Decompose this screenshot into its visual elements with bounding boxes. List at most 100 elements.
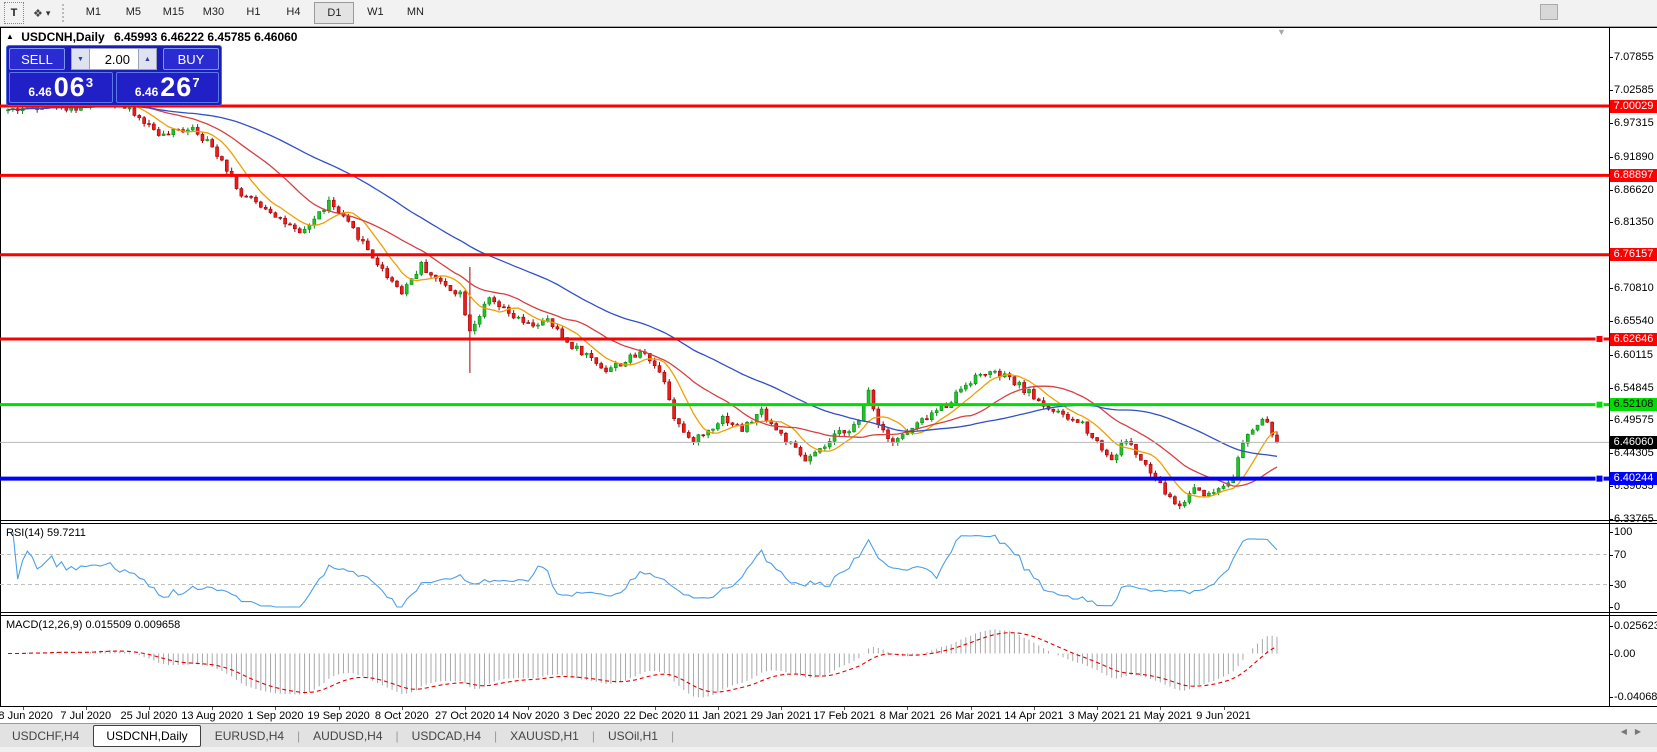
candle-down	[249, 196, 253, 198]
rsi-tick-label: 30	[1614, 578, 1627, 591]
moving-average-fast	[7, 102, 1278, 498]
price-tick	[1609, 57, 1613, 59]
candle-down	[682, 423, 686, 433]
tab-usdchf-h4[interactable]: USDCHF,H4	[0, 726, 91, 746]
date-axis[interactable]: 18 Jun 2020 7 Jul 2020 25 Jul 202013 Aug 2…	[0, 707, 1609, 723]
terminal-window: T ❖ ▾ M1 M5 M15 M30 H1 H4 D1 W1 MN ▲ USDCNH,Dail…	[0, 0, 1657, 752]
candle-up	[861, 404, 866, 422]
timeframe-button-h4[interactable]: H4	[274, 2, 312, 22]
macd-indicator-pane[interactable]	[0, 616, 1609, 706]
buy-button[interactable]: BUY	[163, 48, 219, 70]
candle-down	[239, 188, 244, 197]
objects-tool-button[interactable]: ❖ ▾	[26, 3, 57, 23]
candle-up	[915, 422, 919, 429]
date-label: 13 Aug 2020	[181, 710, 244, 722]
main-price-chart[interactable]	[0, 27, 1609, 520]
timeframe-button-mn[interactable]: MN	[396, 2, 434, 22]
candle-down	[220, 156, 224, 161]
candle-down	[570, 341, 574, 349]
candle-down	[672, 399, 676, 419]
text-tool-button[interactable]: T	[4, 2, 24, 24]
candle-down	[400, 286, 404, 295]
candle-down	[356, 227, 360, 240]
tab-usdcnh-daily[interactable]: USDCNH,Daily	[93, 725, 201, 747]
candle-up	[988, 371, 992, 375]
candle-down	[1168, 493, 1172, 498]
volume-decrease-button[interactable]: ▼	[71, 48, 90, 70]
buy-price-display[interactable]: 6.46 26 7	[115, 72, 219, 103]
volume-increase-button[interactable]: ▲	[138, 48, 157, 70]
candle-up	[127, 107, 132, 110]
candle-up	[978, 374, 983, 376]
timeframe-button-m30[interactable]: M30	[194, 2, 232, 22]
chart-shift-marker-icon[interactable]: ▼	[1277, 27, 1286, 37]
candle-down	[1265, 418, 1270, 423]
tab-usoil-h1[interactable]: USOil,H1	[596, 726, 670, 746]
volume-input[interactable]: 2.00	[90, 48, 138, 70]
candle-down	[1275, 434, 1279, 443]
tab-eurusd-h4[interactable]: EURUSD,H4	[203, 726, 296, 746]
timeframe-button-w1[interactable]: W1	[356, 2, 394, 22]
candle-down	[1061, 410, 1065, 415]
buy-price-big: 26	[160, 72, 193, 102]
candle-down	[1202, 489, 1206, 497]
tab-scroll-right-icon[interactable]: ▶	[1635, 727, 1649, 736]
date-label: 21 May 2021	[1128, 710, 1193, 722]
collapse-arrow-icon[interactable]: ▲	[6, 32, 14, 41]
macd-tick-label: 0.00	[1614, 647, 1636, 660]
buy-price-sup: 7	[192, 75, 200, 90]
timeframe-button-m5[interactable]: M5	[114, 2, 152, 22]
candle-down	[288, 223, 292, 226]
price-tick-label: 6.44305	[1614, 447, 1654, 460]
candle-down	[297, 228, 302, 234]
price-tick-label: 6.49575	[1614, 414, 1654, 427]
candle-up	[414, 273, 419, 279]
macd-tick	[1609, 697, 1613, 699]
candle-down	[506, 306, 511, 314]
date-label: 8 Oct 2020	[374, 710, 429, 722]
tab-xauusd-h1[interactable]: XAUUSD,H1	[498, 726, 591, 746]
price-tick	[1609, 156, 1613, 158]
pane-separator[interactable]	[0, 612, 1657, 613]
rsi-indicator-pane[interactable]	[0, 524, 1609, 612]
price-tick	[1609, 320, 1613, 322]
rsi-tick	[1609, 584, 1613, 586]
timeframe-button-d1[interactable]: D1	[314, 2, 355, 24]
candle-up	[813, 451, 817, 457]
candle-down	[652, 360, 657, 366]
candle-down	[730, 422, 735, 425]
level-line-handle	[1595, 335, 1604, 344]
timeframe-button-m15[interactable]: M15	[154, 2, 192, 22]
candle-up	[920, 418, 924, 424]
timeframe-button-h1[interactable]: H1	[234, 2, 272, 22]
candle-down	[701, 434, 706, 437]
chevron-down-icon: ▾	[45, 7, 51, 18]
sell-price-display[interactable]: 6.46 06 3	[9, 72, 113, 103]
candle-up	[934, 410, 939, 414]
candle-down	[346, 215, 351, 222]
candle-down	[1032, 389, 1036, 400]
price-tick-label: 7.07855	[1614, 51, 1654, 64]
candle-down	[497, 301, 501, 308]
candle-down	[633, 354, 637, 358]
tab-usdcad-h4[interactable]: USDCAD,H4	[400, 726, 493, 746]
candle-down	[983, 374, 988, 376]
candle-up	[161, 133, 166, 136]
candle-down	[283, 217, 287, 225]
price-tick-label: 6.60115	[1614, 348, 1653, 361]
sell-button[interactable]: SELL	[9, 48, 65, 70]
candle-up	[171, 128, 176, 135]
sell-price-sup: 3	[85, 75, 94, 90]
tab-audusd-h4[interactable]: AUDUSD,H4	[301, 726, 394, 746]
tab-scroll-arrows[interactable]: ◀▶	[1621, 727, 1649, 736]
date-label: 14 Apr 2021	[1004, 710, 1064, 722]
candle-down	[336, 206, 341, 213]
candle-up	[837, 430, 842, 435]
tab-scroll-left-icon[interactable]: ◀	[1621, 727, 1635, 736]
candle-down	[390, 277, 394, 282]
pane-separator[interactable]	[0, 520, 1657, 521]
candle-down	[380, 264, 385, 269]
candle-down	[1163, 482, 1167, 495]
timeframe-button-m1[interactable]: M1	[74, 2, 112, 22]
candle-down	[1070, 418, 1075, 421]
